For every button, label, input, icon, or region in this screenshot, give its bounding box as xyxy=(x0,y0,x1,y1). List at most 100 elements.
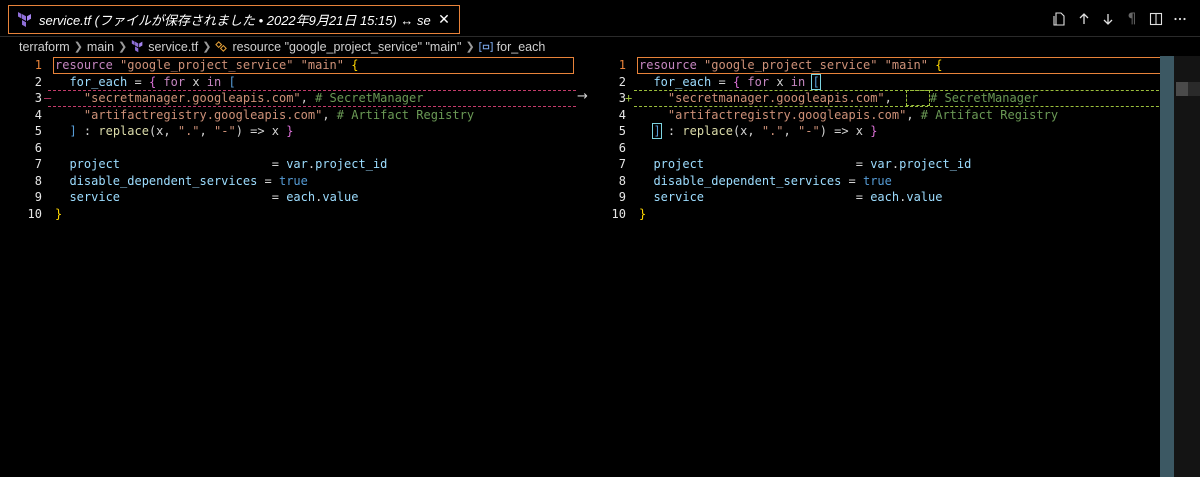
code-token: replace xyxy=(98,124,149,138)
line-number: 10 xyxy=(611,206,626,221)
close-icon[interactable]: ✕ xyxy=(437,12,451,28)
code-token: "google_project_service" xyxy=(704,58,878,72)
line-number: 4 xyxy=(34,107,42,122)
terraform-icon xyxy=(18,11,31,27)
diff-editor-tab[interactable]: service.tf (ファイルが保存されました • 2022年9月21日 15… xyxy=(8,5,460,34)
pilcrow-icon[interactable]: ¶ xyxy=(1124,10,1140,28)
code-token: } xyxy=(55,206,63,221)
code-token: in xyxy=(790,74,806,89)
code-token: resource xyxy=(55,58,113,72)
line-number: 9 xyxy=(618,190,626,204)
tab-title: service.tf (ファイルが保存されました • 2022年9月21日 15… xyxy=(39,13,431,28)
code-line[interactable]: resource "google_project_service" "main"… xyxy=(55,57,358,74)
code-token: for_each xyxy=(653,74,712,89)
code-line[interactable]: "artifactregistry.googleapis.com", # Art… xyxy=(55,107,474,124)
code-token: "artifactregistry.googleapis.com" xyxy=(667,107,907,122)
line-number: 10 xyxy=(27,206,42,221)
line-number: 1 xyxy=(34,58,42,72)
code-line[interactable]: resource "google_project_service" "main"… xyxy=(639,57,942,74)
breadcrumb-terraform[interactable]: terraform xyxy=(19,40,70,54)
code-token: , xyxy=(322,107,337,122)
code-token: "artifactregistry.googleapis.com" xyxy=(83,107,323,122)
code-token: "." xyxy=(761,124,784,138)
line-number: 4 xyxy=(618,107,626,122)
open-file-icon[interactable] xyxy=(1052,10,1068,28)
code-line[interactable]: } xyxy=(639,206,646,223)
code-token: resource xyxy=(639,58,697,72)
added-marker: + xyxy=(625,91,633,105)
code-token: } xyxy=(286,124,294,138)
code-token: (x, xyxy=(148,124,178,138)
code-token: ] xyxy=(652,123,662,139)
code-token: = xyxy=(120,157,287,171)
code-line[interactable]: ] : replace(x, ".", "-") => x } xyxy=(639,123,878,140)
code-token: "-" xyxy=(214,124,236,138)
change-marker xyxy=(1176,82,1188,96)
code-line[interactable]: for_each = { for x in [ xyxy=(639,73,821,91)
code-token: each xyxy=(286,190,316,204)
line-number: 2 xyxy=(34,74,42,89)
modified-scrollbar[interactable] xyxy=(1160,56,1174,477)
code-token: project xyxy=(653,157,705,171)
code-token: # Artifact Registry xyxy=(920,107,1059,122)
code-line[interactable]: "secretmanager.googleapis.com", # Secret… xyxy=(55,90,424,107)
code-token: { xyxy=(935,58,943,72)
breadcrumb-resource[interactable]: resource "google_project_service" "main" xyxy=(232,40,461,54)
breadcrumb-for-each[interactable]: for_each xyxy=(497,40,546,54)
line-number: 7 xyxy=(618,157,626,171)
arrow-up-icon[interactable] xyxy=(1076,10,1092,28)
code-token: , xyxy=(300,91,316,105)
code-line[interactable]: disable_dependent_services = true xyxy=(639,173,891,190)
code-line[interactable]: service = each.value xyxy=(639,189,942,206)
breadcrumb: terraform ❯ main ❯ service.tf ❯ resource… xyxy=(0,37,1200,56)
overview-ruler[interactable] xyxy=(1174,56,1200,477)
code-line[interactable]: service = each.value xyxy=(55,189,358,206)
code-line[interactable]: "artifactregistry.googleapis.com", # Art… xyxy=(639,107,1058,124)
code-token: project xyxy=(69,157,121,171)
line-number: 8 xyxy=(34,173,42,188)
code-token: ] xyxy=(69,124,77,138)
split-editor-icon[interactable] xyxy=(1148,10,1164,28)
arrow-down-icon[interactable] xyxy=(1100,10,1116,28)
code-token: value xyxy=(322,190,359,204)
symbol-class-icon xyxy=(215,41,228,52)
code-token: = xyxy=(704,190,871,204)
code-line[interactable]: ] : replace(x, ".", "-") => x } xyxy=(55,123,294,140)
code-line[interactable]: for_each = { for x in [ xyxy=(55,74,235,91)
code-token: , xyxy=(199,124,214,138)
code-token: each xyxy=(870,190,900,204)
code-token: service xyxy=(69,190,121,204)
code-token: project_id xyxy=(899,157,972,171)
line-number: 3 xyxy=(618,91,626,105)
code-line[interactable]: disable_dependent_services = true xyxy=(55,173,307,190)
code-token: service xyxy=(653,190,705,204)
code-line[interactable]: "secretmanager.googleapis.com", # Secret… xyxy=(639,90,1038,107)
code-line[interactable]: } xyxy=(55,206,62,223)
line-number: 5 xyxy=(34,124,42,138)
breadcrumb-file[interactable]: service.tf xyxy=(148,40,198,54)
code-token: "-" xyxy=(798,124,820,138)
code-line[interactable]: project = var.project_id xyxy=(55,156,387,173)
line-number: 3 xyxy=(34,91,42,105)
code-line[interactable]: project = var.project_id xyxy=(639,156,971,173)
chevron-right-icon: ❯ xyxy=(118,41,128,53)
breadcrumb-main[interactable]: main xyxy=(87,40,114,54)
code-token: } xyxy=(870,124,878,138)
chevron-right-icon: ❯ xyxy=(465,41,475,53)
line-number: 6 xyxy=(618,140,626,155)
more-icon[interactable] xyxy=(1172,10,1188,28)
editor-actions: ¶ xyxy=(1052,8,1188,30)
modified-editor[interactable]: 1 2 3 4 5 6 7 8 9 10 + resource "google_project_ser… xyxy=(590,56,1200,477)
original-editor[interactable]: 1 2 3 4 5 6 7 8 9 10 — resource "google_project_ser… xyxy=(0,56,576,477)
